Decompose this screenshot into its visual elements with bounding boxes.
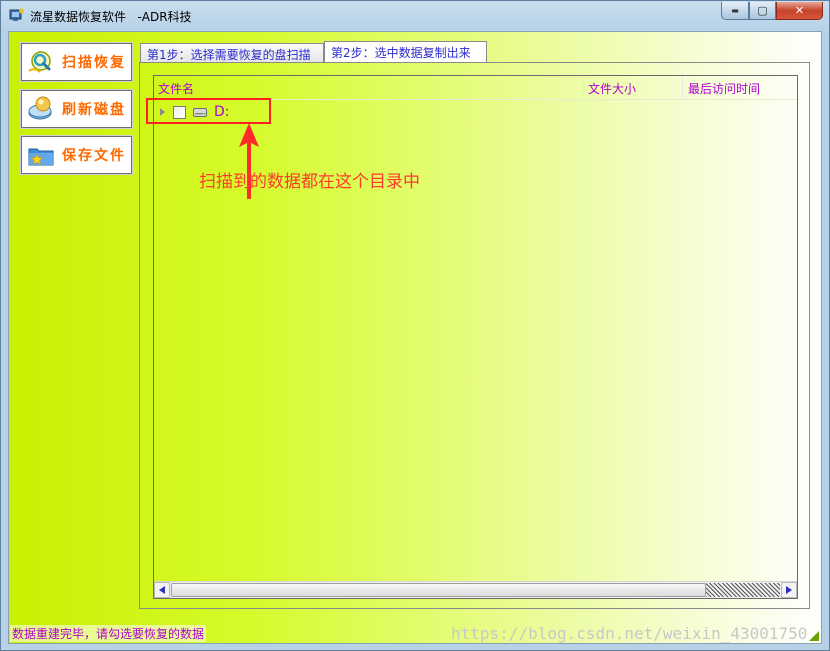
refresh-disk-button[interactable]: 刷新磁盘 [20,89,133,129]
scroll-right-icon [786,586,792,594]
tree-header: 文件名 文件大小 最后访问时间 [154,76,797,100]
maximize-button[interactable]: ▢ [749,2,776,20]
scroll-left-button[interactable] [154,582,170,598]
annotation-highlight-box [146,98,271,124]
watermark-text: https://blog.csdn.net/weixin_43001750 [451,624,808,643]
save-folder-icon [28,148,54,166]
column-divider [583,76,584,99]
save-file-label: 保存文件 [62,148,126,164]
column-divider [682,76,683,99]
scroll-right-button[interactable] [781,582,797,598]
scan-recover-label: 扫描恢复 [62,55,126,71]
annotation-text: 扫描到的数据都在这个目录中 [199,172,420,192]
title-bar[interactable]: 流星数据恢复软件 -ADR科技 ▬ ▢ ✕ [1,1,829,31]
column-header-last-access[interactable]: 最后访问时间 [688,80,760,97]
save-file-button[interactable]: 保存文件 [20,135,133,175]
close-icon: ✕ [794,4,805,17]
tab-step-1[interactable]: 第1步：选择需要恢复的盘扫描 [140,43,324,62]
window-title: 流星数据恢复软件 -ADR科技 [30,10,192,24]
scroll-left-icon [159,586,165,594]
column-header-filename[interactable]: 文件名 [158,80,194,97]
app-window: 流星数据恢复软件 -ADR科技 ▬ ▢ ✕ 扫描恢复 刷新磁盘 保存文件 第1步… [0,0,830,651]
disk-bubble-icon [28,96,52,120]
minimize-icon: ▬ [731,6,739,15]
client-area: 扫描恢复 刷新磁盘 保存文件 第1步：选择需要恢复的盘扫描 第2步：选中数据复制… [8,31,822,644]
maximize-icon: ▢ [757,4,768,17]
column-header-size[interactable]: 文件大小 [588,80,636,97]
tab-step-2[interactable]: 第2步：选中数据复制出来 [324,41,487,63]
scrollbar-thumb[interactable] [171,583,706,597]
horizontal-scrollbar[interactable] [154,581,797,598]
scrollbar-track[interactable] [706,583,780,597]
magnifier-icon [28,51,51,73]
refresh-disk-label: 刷新磁盘 [62,102,126,118]
app-icon [9,8,24,21]
minimize-button[interactable]: ▬ [721,2,749,20]
scan-recover-button[interactable]: 扫描恢复 [20,42,133,82]
status-bar-text: 数据重建完毕，请勾选要恢复的数据 [10,625,207,642]
close-button[interactable]: ✕ [776,2,823,20]
resize-grip-icon[interactable] [809,631,819,641]
